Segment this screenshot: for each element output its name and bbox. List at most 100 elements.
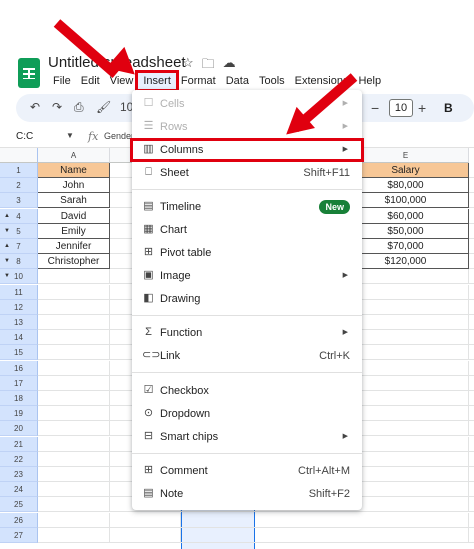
cell-a[interactable] [38,330,110,346]
row-header[interactable]: 11 [0,284,38,300]
select-all-corner[interactable] [0,148,38,163]
cell-a[interactable] [38,375,110,391]
menu-item-note[interactable]: ▤ Note Shift+F2 [132,484,362,504]
row-header[interactable]: 19 [0,406,38,422]
increase-font-size-button[interactable]: + [418,100,426,116]
submenu-arrow-icon: ▶ [342,272,348,279]
cell-a[interactable] [38,527,110,543]
comment-shortcut: Ctrl+Alt+M [298,465,350,477]
row-header[interactable]: 20 [0,421,38,437]
name-box-dropdown-icon[interactable]: ▼ [66,131,74,140]
row-header[interactable]: 26 [0,512,38,528]
menu-item-checkbox[interactable]: ☑ Checkbox [132,381,362,401]
menu-item-dropdown[interactable]: ⊙ Dropdown [132,404,362,424]
hidden-rows-toggle-icon[interactable]: ▲ [4,213,10,219]
cell-a[interactable] [38,391,110,406]
hidden-rows-toggle-icon[interactable]: ▼ [4,258,10,264]
menu-item-columns[interactable]: ▥ Columns ▶ [130,138,364,162]
menu-tools[interactable]: Tools [254,73,290,89]
row-header[interactable]: 13 [0,315,38,330]
menu-divider [132,372,362,373]
row-header[interactable]: 1 [0,163,38,178]
menu-item-chart[interactable]: ▦ Chart [132,220,362,240]
menu-item-rows[interactable]: ☰ Rows ▶ [132,117,362,137]
cell-a[interactable]: Sarah [38,193,110,209]
menu-item-function[interactable]: Σ Function ▶ [132,323,362,343]
menu-item-image[interactable]: ▣ Image ▶ [132,266,362,286]
row-header[interactable]: 22 [0,451,38,467]
note-shortcut: Shift+F2 [308,488,350,500]
row-header[interactable]: 25 [0,497,38,513]
cell-a[interactable] [38,406,110,422]
row-header[interactable]: 12 [0,299,38,315]
formula-input[interactable]: Gender [104,131,134,141]
cell-a[interactable]: Jennifer [38,239,110,254]
name-box[interactable]: C:C [16,131,33,142]
cells-icon: ☐ [143,97,154,109]
row-header[interactable]: 27 [0,527,38,543]
row-header[interactable]: 3 [0,193,38,209]
row-header[interactable]: 17 [0,375,38,391]
menu-item-comment[interactable]: ⊞ Comment Ctrl+Alt+M [132,461,362,481]
hidden-rows-toggle-icon[interactable]: ▼ [4,228,10,234]
menu-divider [132,189,362,190]
cell-a[interactable]: Christopher [38,254,110,270]
menu-data[interactable]: Data [221,73,254,89]
hidden-rows-toggle-icon[interactable]: ▼ [4,273,10,279]
menu-edit[interactable]: Edit [76,73,105,89]
decrease-font-size-button[interactable]: − [371,100,379,116]
cell-a[interactable] [38,360,110,376]
cell-a[interactable] [38,299,110,315]
cell-a[interactable] [38,345,110,361]
cell-a[interactable]: Emily [38,223,110,239]
menu-file[interactable]: File [48,73,76,89]
timeline-icon: ▤ [143,200,154,212]
menu-item-drawing[interactable]: ◧ Drawing [132,289,362,309]
row-header[interactable]: 15 [0,345,38,361]
cell-a[interactable]: David [38,208,110,224]
menu-insert[interactable]: Insert [135,70,179,92]
cell-b[interactable] [110,512,181,528]
menu-item-timeline[interactable]: ▤ Timeline New [132,197,362,217]
menu-help[interactable]: Help [353,73,386,89]
cell-a[interactable] [38,512,110,528]
font-size-input[interactable]: 10 [389,99,413,117]
paint-format-icon[interactable]: 🖌 [96,100,111,114]
undo-icon[interactable]: ↶ [30,100,40,114]
bold-button[interactable]: B [444,101,453,115]
row-header[interactable]: 23 [0,467,38,482]
redo-icon[interactable]: ↷ [52,100,62,114]
submenu-arrow-icon: ▶ [342,329,348,336]
menu-item-smart-chips[interactable]: ⊟ Smart chips ▶ [132,427,362,447]
row-header[interactable]: 14 [0,330,38,346]
row-header[interactable]: 2 [0,178,38,194]
cell-a-header[interactable]: Name [38,163,110,178]
menu-item-pivot-table[interactable]: ⊞ Pivot table [132,243,362,263]
cell-a[interactable] [38,467,110,482]
menu-item-smart-chips-label: Smart chips [160,431,219,443]
cell-b[interactable] [110,527,181,543]
row-header[interactable]: 24 [0,482,38,498]
cell-e[interactable] [343,527,469,543]
sheets-logo-icon[interactable] [18,58,40,88]
sheet-shortcut: Shift+F11 [303,167,350,179]
cell-a[interactable] [38,482,110,498]
print-icon[interactable]: ⎙ [74,100,84,115]
row-header[interactable]: 16 [0,360,38,376]
menu-format[interactable]: Format [176,73,221,89]
row-header[interactable]: 21 [0,436,38,452]
cell-a[interactable] [38,315,110,330]
cell-a[interactable]: John [38,178,110,194]
cell-a[interactable] [38,451,110,467]
menu-item-sheet[interactable]: ⎕ Sheet Shift+F11 [132,163,362,183]
cell-a[interactable] [38,284,110,300]
column-header-a[interactable]: A [38,148,110,163]
hidden-rows-toggle-icon[interactable]: ▲ [4,243,10,249]
cell-a[interactable] [38,421,110,437]
cell-a[interactable] [38,269,110,285]
row-header[interactable]: 18 [0,391,38,406]
cell-a[interactable] [38,436,110,452]
cell-e[interactable] [343,512,469,528]
cell-a[interactable] [38,497,110,513]
menu-item-link[interactable]: ⊂⊃ Link Ctrl+K [132,346,362,366]
